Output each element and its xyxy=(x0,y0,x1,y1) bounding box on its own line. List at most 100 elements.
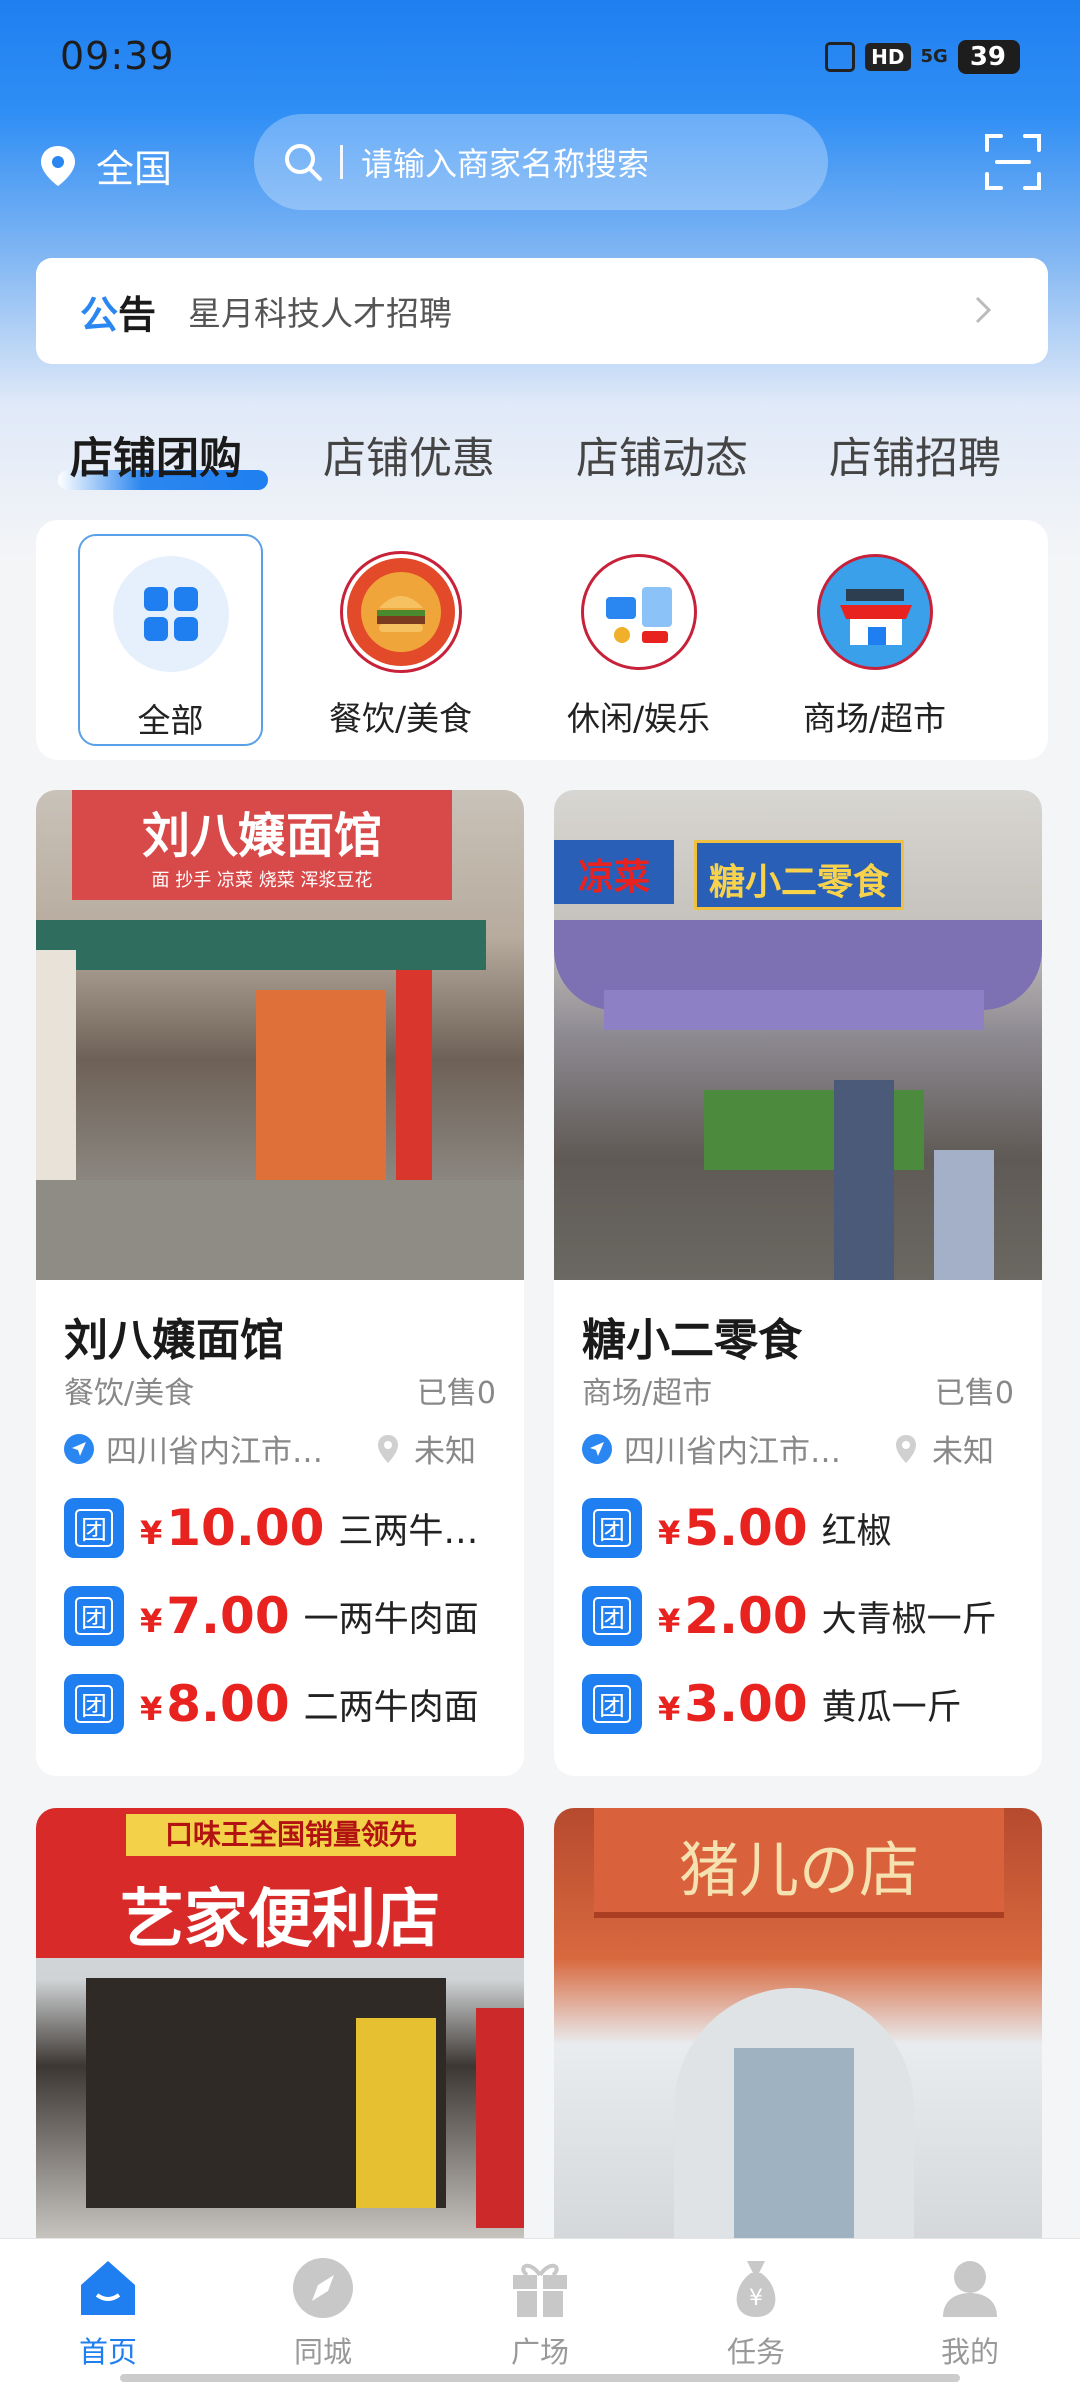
nav-label: 广场 xyxy=(510,2335,569,2369)
category-all[interactable]: 全部 xyxy=(78,534,263,746)
store-distance: 未知 xyxy=(932,1434,994,1470)
deal-item[interactable]: 团 ¥ 2.00 大青椒一斤 xyxy=(582,1585,1014,1647)
group-buy-badge: 团 xyxy=(64,1498,124,1558)
tab-bar: 店铺团购 店铺优惠 店铺动态 店铺招聘 xyxy=(0,424,1080,504)
store-info: 糖小二零食 商场/超市 已售0 四川省内江市… 未知 团 ¥ 5.00 红椒 团… xyxy=(554,1280,1042,1735)
search-icon xyxy=(285,144,322,181)
announcement-text: 星月科技人才招聘 xyxy=(188,294,453,333)
deal-name: 红椒 xyxy=(821,1511,892,1552)
home-indicator xyxy=(120,2374,960,2382)
announcement-bar[interactable]: 公告 星月科技人才招聘 xyxy=(36,258,1048,364)
group-buy-badge: 团 xyxy=(582,1586,642,1646)
status-icons: HD 5G 39 xyxy=(825,40,1020,74)
side-sign: 凉菜 xyxy=(554,840,674,904)
store-address: 四川省内江市… xyxy=(106,1434,323,1470)
store-signboard: 猪儿の店 xyxy=(594,1808,1004,1918)
store-card[interactable]: 刘八嬢面馆 面 抄手 凉菜 烧菜 浑浆豆花 刘八嬢面馆 餐饮/美食 已售0 四川… xyxy=(36,790,524,1776)
sold-count: 已售0 xyxy=(934,1376,1014,1411)
store-card[interactable]: 凉菜 糖小二零食 糖小二零食 商场/超市 已售0 四川省内江市… 未知 团 ¥ … xyxy=(554,790,1042,1776)
search-placeholder: 请输入商家名称搜索 xyxy=(361,145,650,183)
currency-symbol: ¥ xyxy=(658,1602,681,1640)
store-address: 四川省内江市… xyxy=(624,1434,841,1470)
nav-label: 任务 xyxy=(726,2335,785,2369)
group-buy-badge: 团 xyxy=(64,1586,124,1646)
search-input[interactable]: 请输入商家名称搜索 xyxy=(254,114,828,210)
store-category: 商场/超市 xyxy=(582,1376,713,1411)
group-buy-badge: 团 xyxy=(582,1674,642,1734)
store-signboard: 糖小二零食 xyxy=(694,840,904,910)
tab-news[interactable]: 店铺动态 xyxy=(576,424,748,486)
store-name: 刘八嬢面馆 xyxy=(64,1315,284,1366)
nav-tasks[interactable]: ¥ 任务 xyxy=(686,2255,826,2371)
category-label: 全部 xyxy=(137,701,204,740)
store-photo: 凉菜 糖小二零食 xyxy=(554,790,1042,1280)
store-card[interactable]: 口味王全国销量领先 艺家便利店 xyxy=(36,1808,524,2238)
navigation-icon xyxy=(582,1433,612,1464)
announcement-label: 公告 xyxy=(80,292,157,337)
category-mall[interactable]: 商场/超市 xyxy=(782,534,967,746)
bottom-navigation: 首页 同城 广场 ¥ 任务 我的 xyxy=(0,2238,1080,2388)
deal-item[interactable]: 团 ¥ 5.00 红椒 xyxy=(582,1497,1014,1559)
store-category: 餐饮/美食 xyxy=(64,1376,195,1411)
deal-price: 7.00 xyxy=(166,1587,290,1645)
deal-price: 2.00 xyxy=(684,1587,808,1645)
tab-group-buy[interactable]: 店铺团购 xyxy=(70,424,242,486)
store-name: 糖小二零食 xyxy=(582,1315,802,1366)
category-leisure[interactable]: 休闲/娱乐 xyxy=(546,534,731,746)
deal-name: 二两牛肉面 xyxy=(303,1687,479,1728)
tab-discounts[interactable]: 店铺优惠 xyxy=(323,424,495,486)
store-distance: 未知 xyxy=(414,1434,476,1470)
currency-symbol: ¥ xyxy=(658,1690,681,1728)
deal-item[interactable]: 团 ¥ 7.00 一两牛肉面 xyxy=(64,1585,496,1647)
status-bar: 09:39 HD 5G 39 xyxy=(0,0,1080,110)
deal-price: 10.00 xyxy=(166,1499,325,1557)
battery-indicator: 39 xyxy=(957,40,1020,74)
store-photo: 猪儿の店 xyxy=(554,1808,1042,2238)
burger-icon xyxy=(342,554,459,670)
leisure-icon xyxy=(580,554,697,670)
currency-symbol: ¥ xyxy=(140,1602,163,1640)
category-food[interactable]: 餐饮/美食 xyxy=(308,534,493,746)
store-info: 刘八嬢面馆 餐饮/美食 已售0 四川省内江市… 未知 团 ¥ 10.00 三两牛… xyxy=(36,1280,524,1735)
location-selector[interactable]: 全国 xyxy=(38,138,172,193)
currency-symbol: ¥ xyxy=(140,1690,163,1728)
sold-count: 已售0 xyxy=(416,1376,496,1411)
deal-item[interactable]: 团 ¥ 8.00 二两牛肉面 xyxy=(64,1673,496,1735)
nav-home[interactable]: 首页 xyxy=(38,2255,178,2371)
nav-label: 同城 xyxy=(293,2335,352,2369)
deal-name: 大青椒一斤 xyxy=(821,1599,997,1640)
deal-name: 黄瓜一斤 xyxy=(821,1687,962,1728)
location-pin-icon xyxy=(378,1434,398,1463)
nav-label: 我的 xyxy=(940,2335,999,2369)
tab-recruitment[interactable]: 店铺招聘 xyxy=(829,424,1001,486)
compass-icon xyxy=(290,2255,356,2321)
nav-plaza[interactable]: 广场 xyxy=(470,2255,610,2371)
deal-item[interactable]: 团 ¥ 3.00 黄瓜一斤 xyxy=(582,1673,1014,1735)
location-label: 全国 xyxy=(96,147,173,191)
hd-badge: HD xyxy=(865,43,911,71)
svg-text:¥: ¥ xyxy=(749,2286,763,2311)
scan-icon[interactable] xyxy=(983,132,1043,192)
money-bag-icon: ¥ xyxy=(723,2255,789,2321)
grid-icon xyxy=(112,556,229,672)
store-icon xyxy=(816,554,933,670)
nav-nearby[interactable]: 同城 xyxy=(253,2255,393,2371)
vibrate-icon xyxy=(825,42,856,72)
store-card[interactable]: 猪儿の店 xyxy=(554,1808,1042,2238)
store-photo: 刘八嬢面馆 面 抄手 凉菜 烧菜 浑浆豆花 xyxy=(36,790,524,1280)
deal-price: 5.00 xyxy=(684,1499,808,1557)
category-label: 休闲/娱乐 xyxy=(566,699,711,738)
deal-name: 三两牛… xyxy=(338,1511,479,1552)
category-label: 商场/超市 xyxy=(802,699,947,738)
status-time: 09:39 xyxy=(60,34,175,78)
store-signboard: 口味王全国销量领先 艺家便利店 xyxy=(36,1808,524,1958)
search-cursor xyxy=(340,145,343,179)
chevron-right-icon xyxy=(975,296,992,324)
gift-icon xyxy=(507,2255,573,2321)
location-pin-icon xyxy=(41,145,75,186)
deal-item[interactable]: 团 ¥ 10.00 三两牛… xyxy=(64,1497,496,1559)
category-panel: 全部 餐饮/美食 休闲/娱乐 商场/超市 xyxy=(36,520,1048,760)
home-icon xyxy=(75,2255,141,2321)
nav-label: 首页 xyxy=(78,2335,137,2369)
nav-profile[interactable]: 我的 xyxy=(900,2255,1040,2371)
